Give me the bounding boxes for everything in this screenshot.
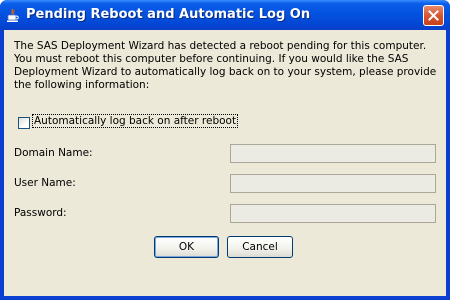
- window-title: Pending Reboot and Automatic Log On: [26, 7, 311, 22]
- dialog-content: The SAS Deployment Wizard has detected a…: [4, 30, 446, 296]
- java-cup-icon: [6, 8, 20, 23]
- user-name-label: User Name:: [14, 177, 76, 189]
- close-icon: [428, 10, 439, 21]
- ok-button[interactable]: OK: [154, 236, 219, 258]
- close-button[interactable]: [423, 5, 444, 26]
- info-message: The SAS Deployment Wizard has detected a…: [14, 40, 437, 91]
- auto-logon-label[interactable]: Automatically log back on after reboot: [31, 114, 239, 128]
- user-name-field[interactable]: [230, 174, 436, 193]
- domain-name-field[interactable]: [230, 144, 436, 163]
- cancel-button[interactable]: Cancel: [227, 236, 293, 258]
- password-field[interactable]: [230, 204, 436, 223]
- dialog-window: Pending Reboot and Automatic Log On The …: [0, 0, 450, 300]
- password-label: Password:: [14, 207, 67, 219]
- auto-logon-checkbox[interactable]: [18, 117, 30, 129]
- title-bar[interactable]: Pending Reboot and Automatic Log On: [0, 0, 450, 30]
- domain-name-label: Domain Name:: [14, 147, 93, 159]
